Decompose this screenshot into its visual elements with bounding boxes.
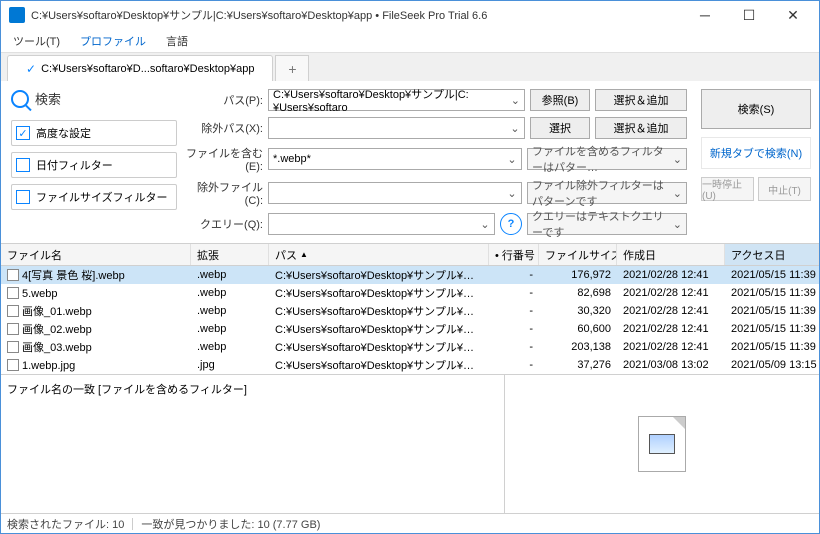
match-detail-panel: ファイル名の一致 [ファイルを含めるフィルター]: [1, 375, 505, 513]
date-filter-row[interactable]: ✓ 日付フィルター: [11, 152, 177, 178]
col-accessed[interactable]: アクセス日: [725, 244, 819, 265]
window-title: C:¥Users¥softaro¥Desktop¥サンプル|C:¥Users¥s…: [31, 7, 683, 23]
form-panel: パス(P): C:¥Users¥softaro¥Desktop¥サンプル|C:¥…: [177, 89, 695, 235]
table-row[interactable]: 画像_01.webp.webpC:¥Users¥softaro¥Desktop¥…: [1, 302, 819, 320]
include-input[interactable]: *.webp*⌄: [268, 148, 522, 170]
search-button[interactable]: 検索(S): [701, 89, 811, 129]
options-panel: 検索 ✓ 高度な設定 ✓ 日付フィルター ✓ ファイルサイズフィルター: [9, 89, 177, 235]
table-row[interactable]: 画像_02.webp.webpC:¥Users¥softaro¥Desktop¥…: [1, 320, 819, 338]
chevron-down-icon[interactable]: ⌄: [511, 94, 520, 107]
size-label: ファイルサイズフィルター: [36, 189, 167, 205]
query-status-dropdown[interactable]: クエリーはテキストクエリーです⌄: [527, 213, 687, 235]
col-filename[interactable]: ファイル名: [1, 244, 191, 265]
chevron-down-icon[interactable]: ⌄: [507, 187, 517, 200]
include-label: ファイルを含む(E):: [185, 145, 263, 173]
path-label: パス(P):: [185, 92, 263, 108]
col-line[interactable]: • 行番号: [489, 244, 539, 265]
menu-tools[interactable]: ツール(T): [9, 31, 64, 51]
advanced-checkbox[interactable]: ✓: [16, 126, 30, 140]
status-bar: 検索されたファイル: 10 一致が見つかりました: 10 (7.77 GB): [1, 513, 819, 533]
file-icon: [7, 323, 19, 335]
browse-button[interactable]: 参照(B): [530, 89, 590, 111]
tab-bar: ✓ C:¥Users¥softaro¥D...softaro¥Desktop¥a…: [1, 53, 819, 81]
check-icon: ✓: [26, 62, 36, 76]
minimize-button[interactable]: ─: [683, 1, 727, 29]
search-icon: [11, 90, 29, 108]
chevron-down-icon[interactable]: ⌄: [480, 218, 490, 231]
col-created[interactable]: 作成日: [617, 244, 725, 265]
file-preview-icon: [638, 416, 686, 472]
file-icon: [7, 359, 19, 371]
col-filesize[interactable]: ファイルサイズ: [539, 244, 617, 265]
chevron-down-icon[interactable]: ⌄: [510, 122, 520, 135]
chevron-down-icon[interactable]: ⌄: [507, 153, 517, 166]
menu-language[interactable]: 言語: [162, 31, 192, 51]
table-row[interactable]: 画像_03.webp.webpC:¥Users¥softaro¥Desktop¥…: [1, 338, 819, 356]
tab-add-button[interactable]: +: [275, 55, 309, 81]
select-button[interactable]: 選択: [530, 117, 590, 139]
tab-active[interactable]: ✓ C:¥Users¥softaro¥D...softaro¥Desktop¥a…: [7, 55, 273, 81]
date-label: 日付フィルター: [36, 157, 113, 173]
actions-panel: 検索(S) 新規タブで検索(N) 一時停止(U) 中止(T): [695, 89, 811, 235]
query-label: クエリー(Q):: [185, 216, 263, 232]
app-icon: [9, 7, 25, 23]
new-tab-search-button[interactable]: 新規タブで検索(N): [701, 137, 811, 169]
pause-button[interactable]: 一時停止(U): [701, 177, 754, 201]
size-checkbox[interactable]: ✓: [16, 190, 30, 204]
advanced-label: 高度な設定: [36, 125, 91, 141]
file-icon: [7, 269, 19, 281]
query-input[interactable]: ⌄: [268, 213, 495, 235]
file-icon: [7, 341, 19, 353]
tab-label: C:¥Users¥softaro¥D...softaro¥Desktop¥app: [41, 63, 254, 75]
include-status-dropdown[interactable]: ファイルを含めるフィルターはパター…⌄: [527, 148, 687, 170]
preview-panel: [505, 375, 819, 513]
maximize-button[interactable]: ☐: [727, 1, 771, 29]
close-button[interactable]: ✕: [771, 1, 815, 29]
help-icon[interactable]: ?: [500, 213, 522, 235]
results-header: ファイル名 拡張 パス▲ • 行番号 ファイルサイズ 作成日 アクセス日: [1, 244, 819, 266]
exclude-path-input[interactable]: ⌄: [268, 117, 525, 139]
select-add-button-2[interactable]: 選択＆追加: [595, 117, 687, 139]
date-checkbox[interactable]: ✓: [16, 158, 30, 172]
match-detail-text: ファイル名の一致 [ファイルを含めるフィルター]: [7, 384, 247, 396]
status-found: 検索されたファイル: 10: [7, 516, 124, 532]
menu-profile[interactable]: プロファイル: [76, 31, 150, 51]
file-icon: [7, 305, 19, 317]
table-row[interactable]: 5.webp.webpC:¥Users¥softaro¥Desktop¥サンプル…: [1, 284, 819, 302]
col-path[interactable]: パス▲: [269, 244, 489, 265]
results-body[interactable]: 4[写真 景色 桜].webp.webpC:¥Users¥softaro¥Des…: [1, 266, 819, 374]
table-row[interactable]: 1.webp.jpg.jpgC:¥Users¥softaro¥Desktop¥サ…: [1, 356, 819, 374]
table-row[interactable]: 4[写真 景色 桜].webp.webpC:¥Users¥softaro¥Des…: [1, 266, 819, 284]
exclude-file-label: 除外ファイル(C):: [185, 179, 263, 207]
col-extension[interactable]: 拡張: [191, 244, 269, 265]
exclude-path-label: 除外パス(X):: [185, 120, 263, 136]
file-icon: [7, 287, 19, 299]
select-add-button-1[interactable]: 選択＆追加: [595, 89, 687, 111]
menubar: ツール(T) プロファイル 言語: [1, 29, 819, 53]
status-matches: 一致が見つかりました: 10 (7.77 GB): [141, 516, 320, 532]
exclude-file-input[interactable]: ⌄: [268, 182, 522, 204]
stop-button[interactable]: 中止(T): [758, 177, 811, 201]
sort-asc-icon: ▲: [300, 250, 308, 259]
search-heading: 検索: [35, 89, 61, 108]
path-input[interactable]: C:¥Users¥softaro¥Desktop¥サンプル|C:¥Users¥s…: [268, 89, 525, 111]
size-filter-row[interactable]: ✓ ファイルサイズフィルター: [11, 184, 177, 210]
titlebar: C:¥Users¥softaro¥Desktop¥サンプル|C:¥Users¥s…: [1, 1, 819, 29]
exclude-status-dropdown[interactable]: ファイル除外フィルターはパターンです⌄: [527, 182, 687, 204]
advanced-settings-row[interactable]: ✓ 高度な設定: [11, 120, 177, 146]
